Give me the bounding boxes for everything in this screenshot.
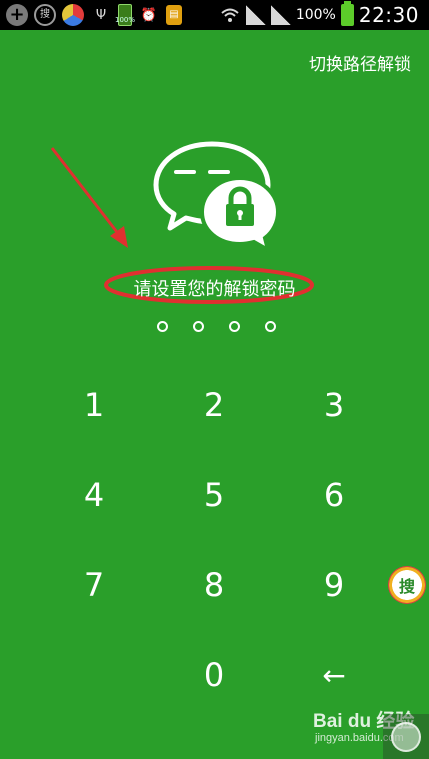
keypad-key-6[interactable]: 6 — [284, 460, 384, 530]
status-bar: + 搜 Ψ 100% ⏰ ▤ 100% 22:30 — [0, 0, 429, 30]
keypad-key-5[interactable]: 5 — [164, 460, 264, 530]
add-icon: + — [6, 4, 28, 26]
status-bar-right: 100% 22:30 — [219, 1, 429, 27]
battery-app-label: 100% — [115, 16, 136, 24]
assistive-touch-icon — [391, 722, 421, 752]
clock: 22:30 — [358, 3, 419, 27]
status-bar-left: + 搜 Ψ 100% ⏰ ▤ — [0, 4, 182, 26]
passcode-dot — [157, 321, 168, 332]
baidu-watermark: Bai du 经验 jingyan.baidu.com — [305, 700, 429, 759]
color-ball-icon — [62, 4, 84, 26]
battery-icon — [340, 1, 354, 26]
keypad-key-1[interactable]: 1 — [44, 370, 144, 440]
sou-floating-badge[interactable]: 搜 — [388, 566, 426, 604]
alarm-icon: ⏰ — [140, 7, 158, 23]
battery-percent: 100% — [295, 7, 336, 23]
passcode-dot — [193, 321, 204, 332]
sou-search-icon: 搜 — [34, 4, 56, 26]
passcode-dots — [0, 321, 429, 332]
keypad-key-8[interactable]: 8 — [164, 550, 264, 620]
wechat-lock-icon — [153, 141, 280, 252]
sim-icon: ▤ — [166, 5, 182, 25]
keypad-key-9[interactable]: 9 — [284, 550, 384, 620]
keypad-key-0[interactable]: 0 — [164, 640, 264, 710]
backspace-icon: ← — [322, 658, 346, 692]
usb-icon: Ψ — [95, 7, 107, 23]
keypad-key-4[interactable]: 4 — [44, 460, 144, 530]
battery-app-icon: 100% — [115, 4, 136, 26]
keypad-key-7[interactable]: 7 — [44, 550, 144, 620]
keypad-key-3[interactable]: 3 — [284, 370, 384, 440]
signal-icon — [245, 5, 266, 25]
keypad-key-2[interactable]: 2 — [164, 370, 264, 440]
switch-to-pattern-button[interactable]: 切换路径解锁 — [309, 50, 411, 75]
passcode-dot — [265, 321, 276, 332]
assistive-touch-button[interactable] — [383, 714, 429, 759]
passcode-dot — [229, 321, 240, 332]
set-password-prompt: 请设置您的解锁密码 — [133, 279, 296, 300]
signal-icon-2 — [270, 5, 291, 25]
wifi-icon — [219, 4, 241, 26]
